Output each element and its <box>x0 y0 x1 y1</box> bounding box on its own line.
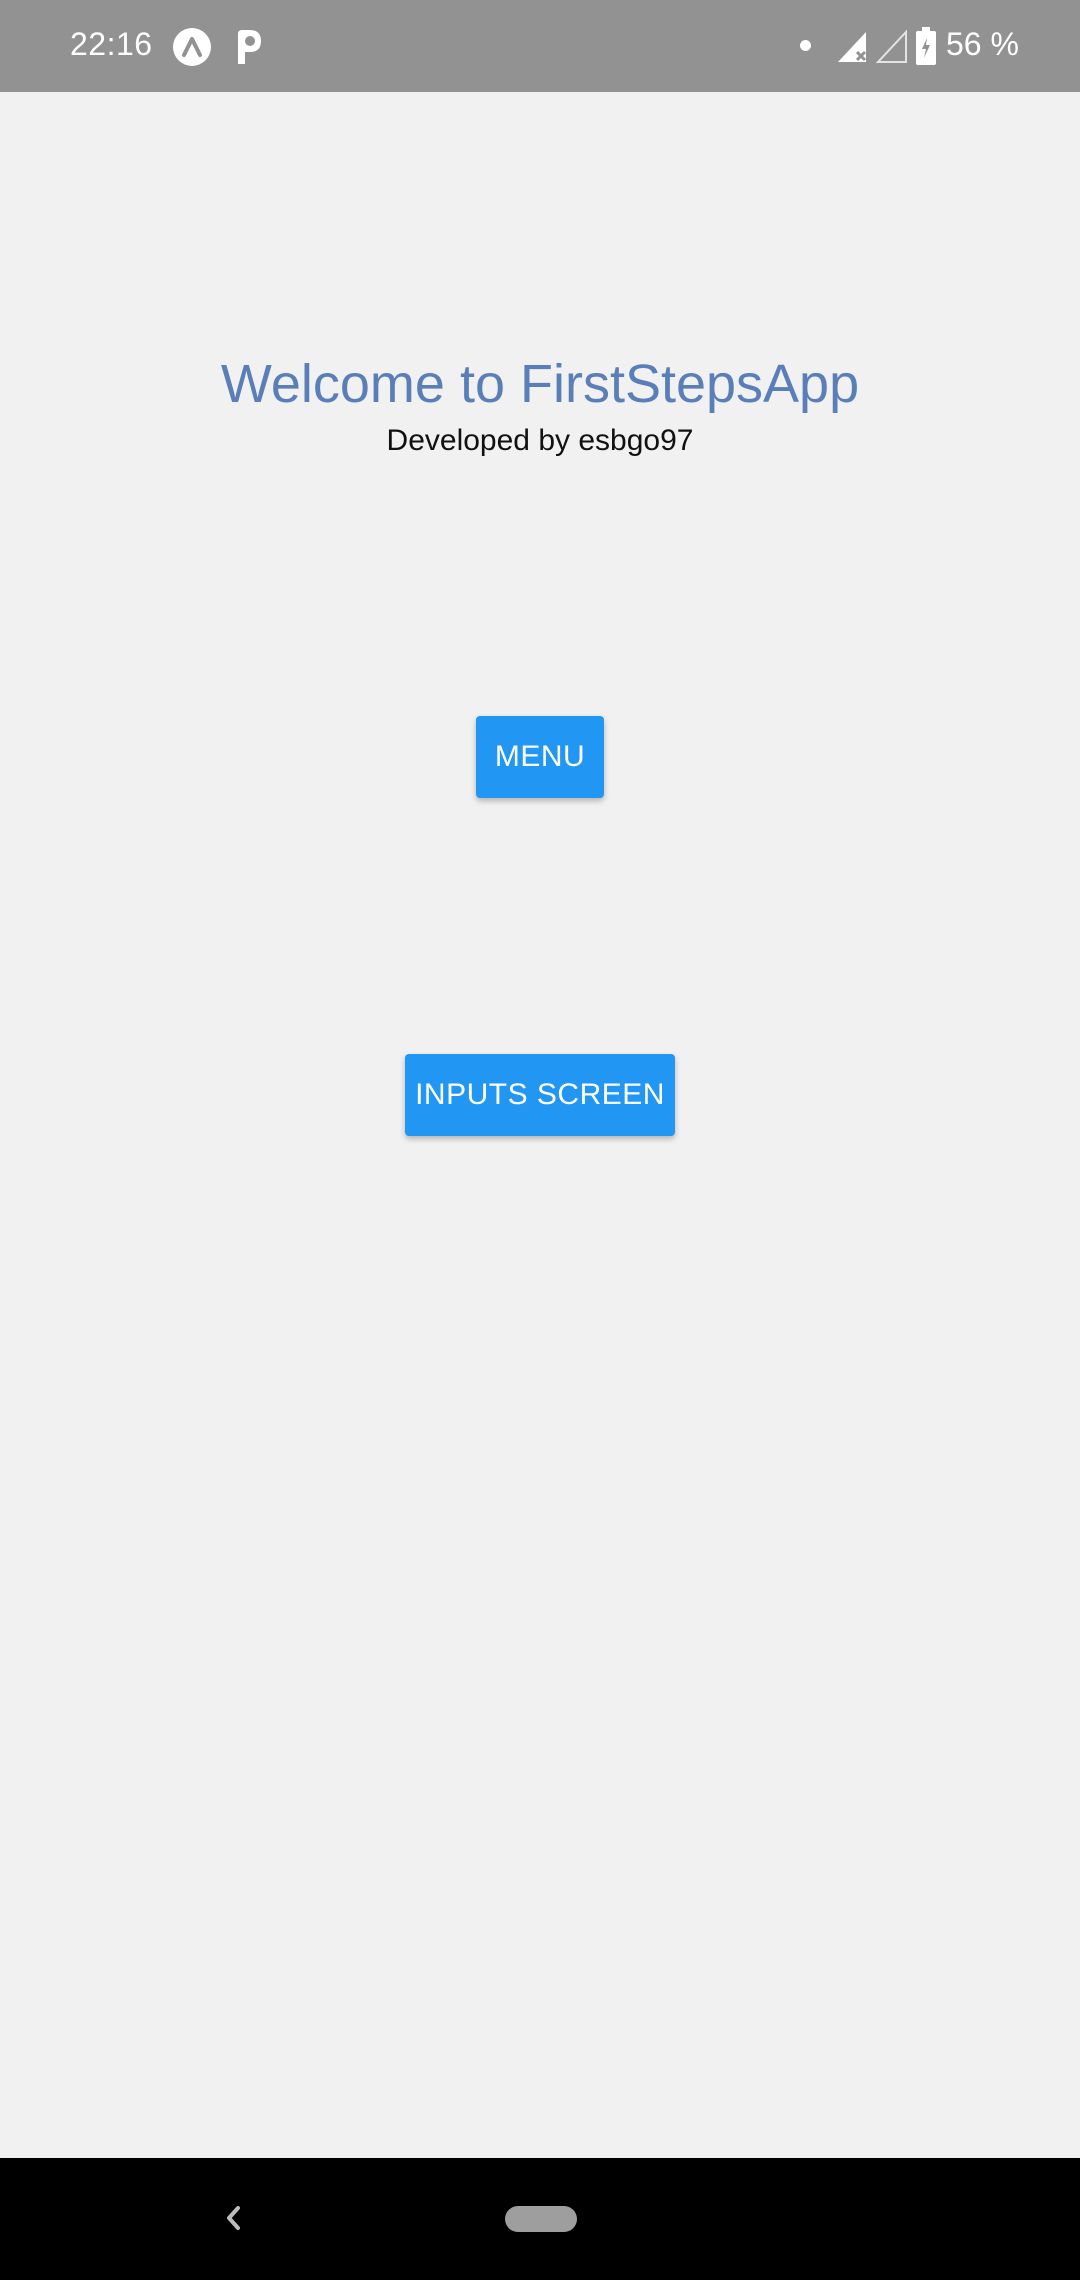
signal-x-icon <box>836 30 870 69</box>
developer-credit: Developed by esbgo97 <box>386 424 694 457</box>
status-time: 22:16 <box>70 26 153 62</box>
inputs-screen-button[interactable]: INPUTS SCREEN <box>405 1054 675 1136</box>
app-screen: 22:16 56 % Welcome to FirstStepsApp Deve… <box>0 0 1080 2280</box>
battery-percentage: 56 % <box>946 26 1019 62</box>
a-logo-icon <box>173 28 211 66</box>
home-pill-icon[interactable] <box>505 2206 577 2232</box>
battery-charging-icon <box>915 26 937 71</box>
navigation-bar <box>0 2158 1080 2280</box>
back-icon[interactable] <box>218 2198 248 2238</box>
dot-icon <box>800 40 811 51</box>
page-title: Welcome to FirstStepsApp <box>220 354 860 414</box>
p-logo-icon <box>234 28 264 66</box>
signal-empty-icon <box>875 29 910 69</box>
status-bar: 22:16 56 % <box>0 0 1080 92</box>
menu-button[interactable]: MENU <box>476 716 604 798</box>
